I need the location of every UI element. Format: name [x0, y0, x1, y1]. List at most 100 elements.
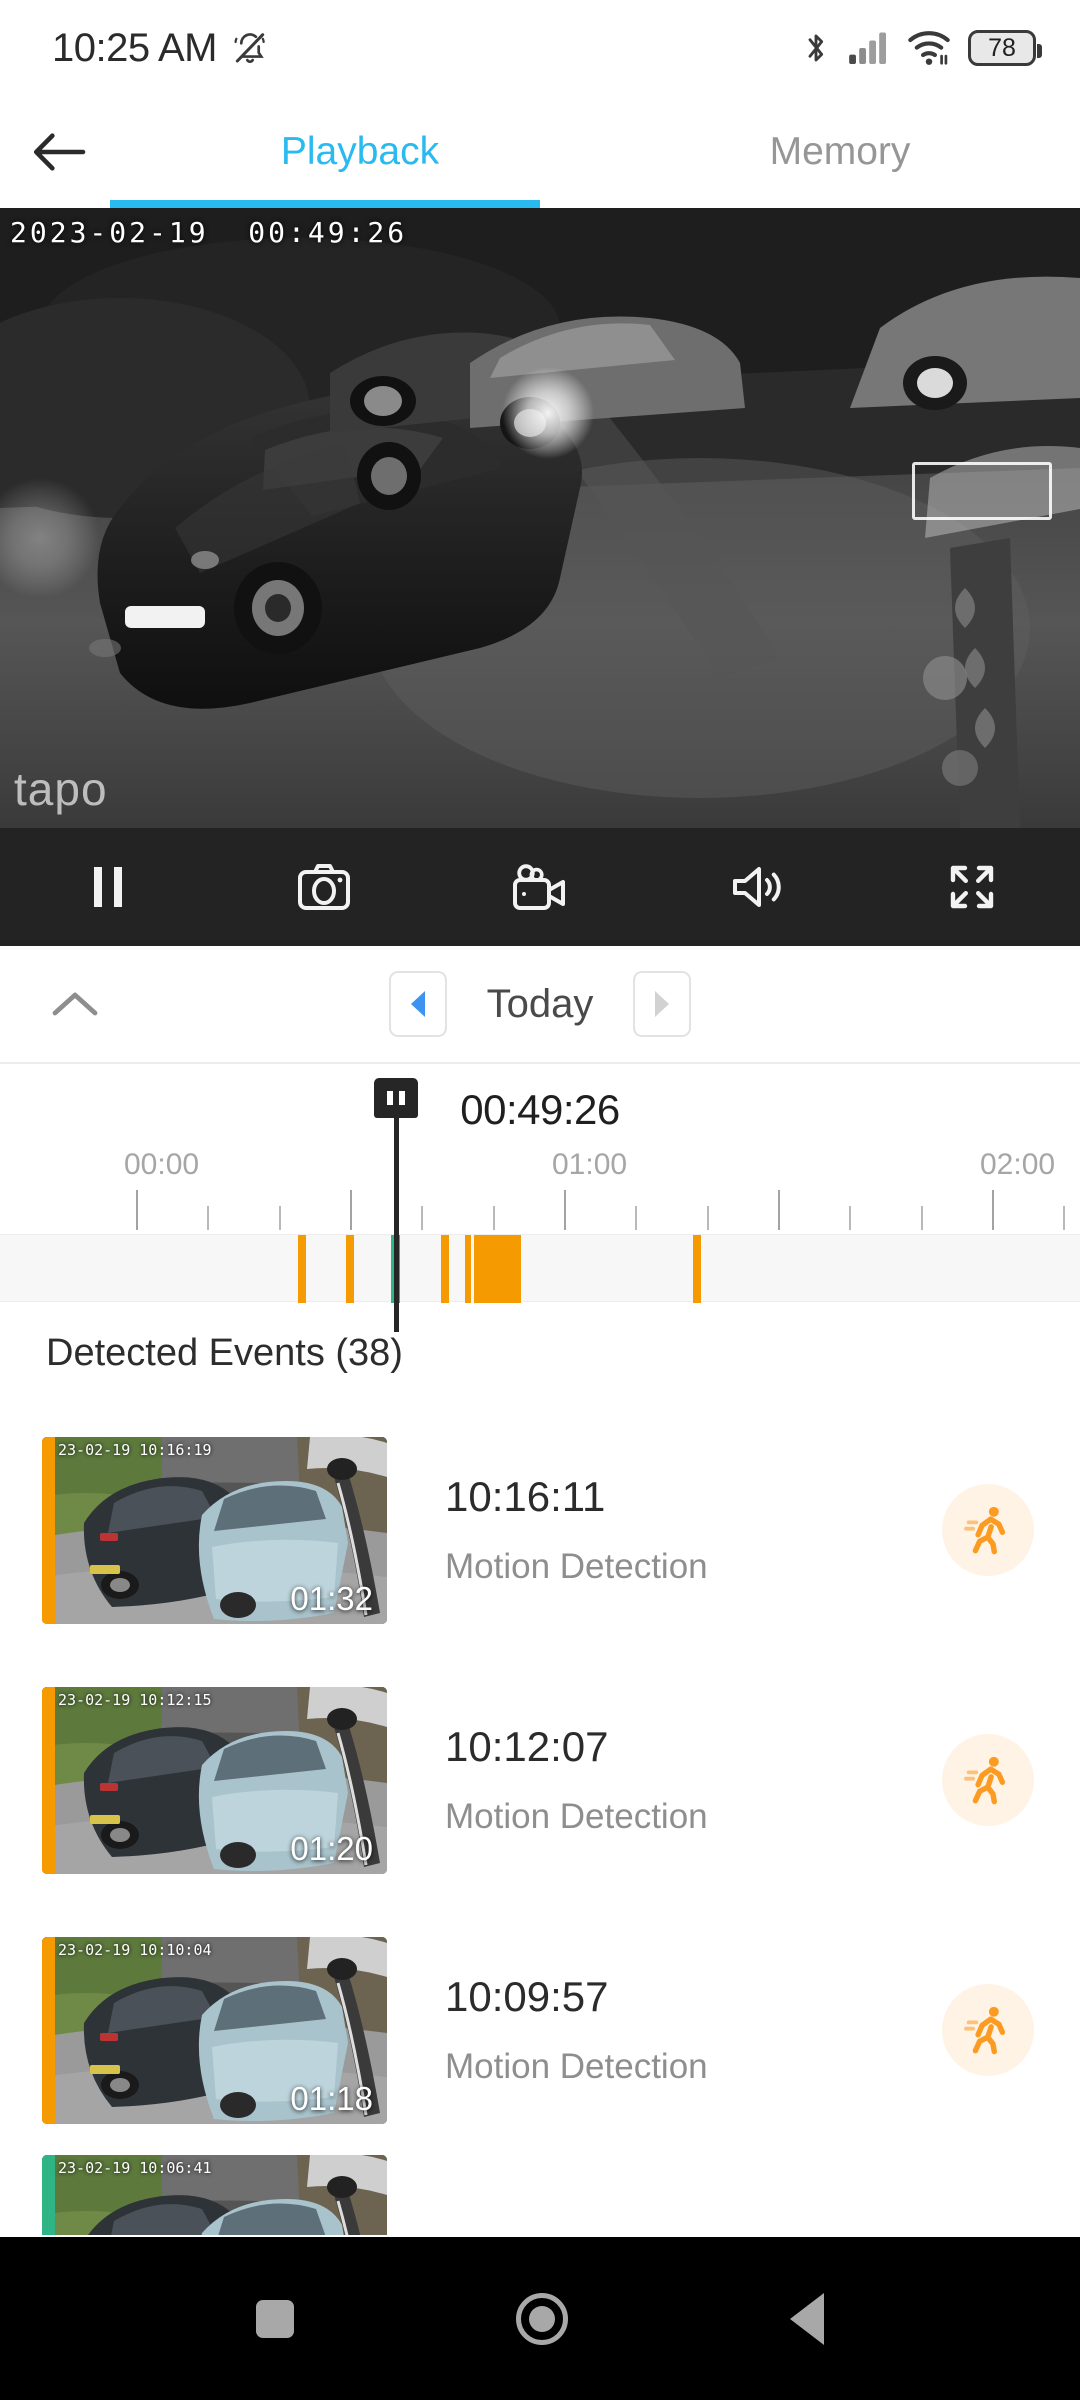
timeline-tick	[564, 1190, 566, 1230]
timeline-tick	[279, 1206, 281, 1230]
battery-indicator: 78	[968, 30, 1036, 66]
thumbnail-duration: 01:20	[290, 1830, 373, 1868]
event-row[interactable]: 23-02-19 10:12:15 01:20 10:12:07Motion Det…	[0, 1655, 1080, 1905]
speaker-icon	[729, 863, 783, 911]
previous-day-button[interactable]	[389, 971, 447, 1037]
status-bar-left: 10:25 AM	[52, 26, 269, 71]
circle-inner	[529, 2306, 555, 2332]
timeline-tick	[921, 1206, 923, 1230]
pause-icon	[86, 863, 130, 911]
running-person-glyph	[961, 1503, 1015, 1557]
event-type: Motion Detection	[445, 1547, 942, 1587]
bluetooth-icon	[801, 29, 831, 67]
timeline-tick	[1063, 1206, 1065, 1230]
back-button[interactable]	[0, 96, 120, 208]
event-row[interactable]: 23-02-19 10:10:04 01:18 10:09:57 Motion Det…	[0, 1905, 1080, 2155]
triangle-right-icon	[651, 989, 673, 1019]
thumbnail-accent-stripe	[42, 1437, 55, 1624]
hour-label-0000: 00:00	[124, 1148, 199, 1182]
timeline-playhead[interactable]	[394, 1112, 399, 1332]
status-time: 10:25 AM	[52, 26, 217, 71]
timeline-event-bar[interactable]	[0, 1234, 1080, 1302]
running-person-glyph	[961, 2003, 1015, 2057]
cellular-signal-icon	[848, 31, 890, 65]
timeline-tick	[350, 1190, 352, 1230]
pause-button[interactable]	[0, 828, 216, 946]
back-arrow-icon	[31, 129, 89, 175]
tab-list: Playback Memory	[120, 96, 1080, 208]
timeline-tick	[635, 1206, 637, 1230]
next-day-button[interactable]	[633, 971, 691, 1037]
playhead-handle[interactable]	[374, 1078, 418, 1118]
detection-bounding-box	[912, 462, 1052, 520]
timeline-event-segment	[474, 1235, 520, 1303]
timeline-section[interactable]: 00:49:26 00:00 01:00 02:00	[0, 1064, 1080, 1286]
timeline-event-segment	[346, 1235, 354, 1303]
active-tab-indicator	[110, 200, 540, 208]
event-type: Motion Detection	[445, 1797, 942, 1837]
timeline-tick	[992, 1190, 994, 1230]
bell-muted-icon	[231, 29, 269, 67]
android-navigation-bar	[0, 2237, 1080, 2400]
video-player[interactable]: 2023-02-19 00:49:26 tapo	[0, 208, 1080, 828]
event-time: 10:16:11	[445, 1473, 942, 1521]
date-selector: Today	[0, 971, 1080, 1037]
event-row[interactable]: 23-02-19 10:16:19 01:32 10:16:11 Motion Det…	[0, 1405, 1080, 1655]
timeline-tick	[207, 1206, 209, 1230]
timeline-ruler: 00:00 01:00 02:00	[0, 1148, 1080, 1234]
timeline-tick	[421, 1206, 423, 1230]
speaker-button[interactable]	[648, 828, 864, 946]
event-thumbnail[interactable]: 23-02-19 10:10:04 01:18	[42, 1937, 387, 2124]
detected-events-list: 23-02-19 10:16:19 01:32 10:16:11 Motion Det…	[0, 1405, 1080, 2235]
thumbnail-timestamp: 23-02-19 10:06:41	[58, 2159, 212, 2177]
thumbnail-duration: 01:18	[290, 2080, 373, 2118]
video-timestamp-overlay: 2023-02-19 00:49:26	[10, 216, 407, 249]
event-thumbnail[interactable]: 23-02-19 10:16:19 01:32	[42, 1437, 387, 1624]
running-person-icon	[942, 1734, 1034, 1826]
timeline-current-time: 00:49:26	[0, 1086, 1080, 1134]
timeline-tick	[778, 1190, 780, 1230]
timeline-tick	[707, 1206, 709, 1230]
thumbnail-timestamp: 23-02-19 10:10:04	[58, 1941, 212, 1959]
event-row[interactable]: 23-02-19 10:06:41	[0, 2155, 1080, 2235]
event-type: Motion Detection	[445, 2047, 942, 2087]
thumbnail-duration: 01:32	[290, 1580, 373, 1618]
playhead-bar-right	[399, 1091, 405, 1105]
event-thumbnail[interactable]: 23-02-19 10:06:41	[42, 2155, 387, 2235]
fullscreen-icon	[947, 862, 997, 912]
status-bar: 10:25 AM 78	[0, 0, 1080, 96]
snapshot-button[interactable]	[216, 828, 432, 946]
event-thumbnail[interactable]: 23-02-19 10:12:15 01:20	[42, 1687, 387, 1874]
timeline-event-segment	[441, 1235, 449, 1303]
timeline-event-segment	[693, 1235, 701, 1303]
hour-label-0100: 01:00	[552, 1148, 627, 1182]
running-person-glyph	[961, 1753, 1015, 1807]
triangle-back-icon[interactable]	[790, 2293, 824, 2345]
square-icon[interactable]	[256, 2300, 294, 2338]
video-control-bar	[0, 828, 1080, 946]
tab-memory[interactable]: Memory	[600, 96, 1080, 208]
tapo-watermark: tapo	[14, 762, 108, 816]
wifi-icon	[907, 30, 951, 66]
event-info: 10:12:07Motion Detection	[387, 1723, 942, 1837]
timeline-tick	[849, 1206, 851, 1230]
camera-icon	[296, 862, 352, 912]
circle-icon[interactable]	[516, 2293, 568, 2345]
event-info: 10:09:57 Motion Detection	[387, 1973, 942, 2087]
thumbnail-timestamp: 23-02-19 10:12:15	[58, 1691, 212, 1709]
hour-label-0200: 02:00	[980, 1148, 1055, 1182]
running-person-icon	[942, 1984, 1034, 2076]
playhead-bar-left	[387, 1091, 393, 1105]
tab-playback[interactable]: Playback	[120, 96, 600, 208]
date-navigation-row: Today	[0, 946, 1080, 1064]
fullscreen-button[interactable]	[864, 828, 1080, 946]
triangle-left-icon	[407, 989, 429, 1019]
record-button[interactable]	[432, 828, 648, 946]
thumbnail-accent-stripe	[42, 2155, 55, 2235]
event-time: 10:09:57	[445, 1973, 942, 2021]
video-camera-icon	[511, 862, 569, 912]
detected-events-title: Detected Events (38)	[0, 1286, 1080, 1405]
timeline-event-segment	[465, 1235, 471, 1303]
thumbnail-timestamp: 23-02-19 10:16:19	[58, 1441, 212, 1459]
timeline-event-segment	[298, 1235, 306, 1303]
